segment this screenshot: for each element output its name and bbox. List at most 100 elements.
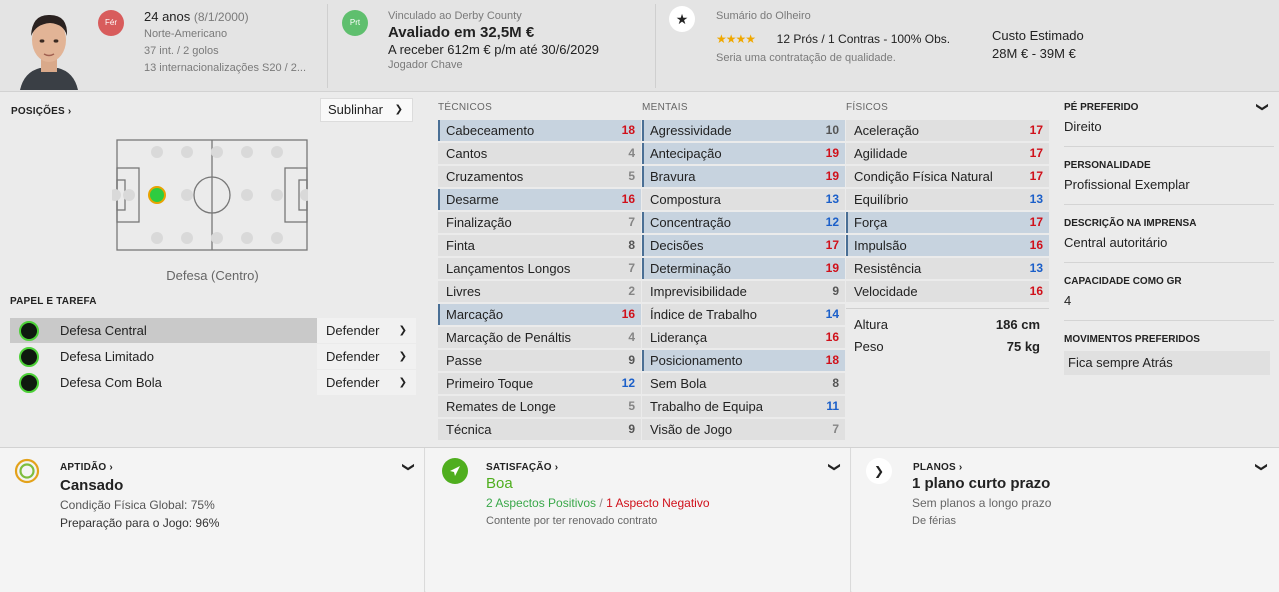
attribute-row[interactable]: Determinação 19: [642, 258, 845, 279]
duty-dropdown[interactable]: Defender ❯: [317, 344, 416, 369]
attribute-name: Resistência: [854, 261, 922, 276]
attribute-name: Trabalho de Equipa: [650, 399, 763, 414]
attribute-row[interactable]: Concentração 12: [642, 212, 845, 233]
attribute-row[interactable]: Resistência 13: [846, 258, 1049, 279]
scout-summary: 12 Prós / 1 Contras - 100% Obs.: [776, 32, 951, 46]
role-row[interactable]: Defesa Central Defender ❯: [10, 318, 416, 343]
plans-status: 1 plano curto prazo: [912, 475, 1051, 492]
club-badge: Prt: [342, 10, 368, 36]
age-text: 24 anos: [144, 9, 191, 24]
mental-title: MENTAIS: [642, 102, 688, 113]
attribute-row[interactable]: Sem Bola 8: [642, 373, 845, 394]
attribute-row[interactable]: Cabeceamento 18: [438, 120, 641, 141]
aspects-separator: /: [599, 496, 603, 510]
attribute-row[interactable]: Aceleração 17: [846, 120, 1049, 141]
chevron-down-icon: ❯: [398, 325, 407, 336]
attribute-row[interactable]: Força 17: [846, 212, 1049, 233]
attribute-row[interactable]: Equilíbrio 13: [846, 189, 1049, 210]
role-icon: [19, 347, 39, 367]
contract-club-text[interactable]: Vinculado ao Derby County: [388, 10, 522, 22]
role-row[interactable]: Defesa Limitado Defender ❯: [10, 344, 416, 369]
duty-label: Defender: [326, 323, 380, 338]
duty-label: Defender: [326, 375, 380, 390]
chevron-down-icon[interactable]: ❯: [828, 462, 842, 472]
attribute-row[interactable]: Técnica 9: [438, 419, 641, 440]
youth-caps-text: 13 internacionalizações S20 / 2...: [144, 62, 307, 74]
attribute-row[interactable]: Marcação de Penáltis 4: [438, 327, 641, 348]
attribute-row[interactable]: Lançamentos Longos 7: [438, 258, 641, 279]
happiness-title[interactable]: SATISFAÇÃO ›: [486, 462, 558, 473]
attribute-row[interactable]: Finta 8: [438, 235, 641, 256]
attribute-name: Decisões: [650, 238, 704, 253]
role-row[interactable]: Defesa Com Bola Defender ❯: [10, 370, 416, 395]
attribute-row[interactable]: Bravura 19: [642, 166, 845, 187]
negative-aspects-link[interactable]: 1 Aspecto Negativo: [606, 496, 709, 510]
positive-aspects-link[interactable]: 2 Aspectos Positivos: [486, 496, 596, 510]
role-icon: [19, 373, 39, 393]
positions-title[interactable]: POSIÇÕES ›: [11, 106, 71, 117]
attribute-value: 9: [628, 353, 635, 367]
attribute-name: Marcação de Penáltis: [446, 330, 572, 345]
divider: [1064, 320, 1274, 321]
technical-attributes: Cabeceamento 18 Cantos 4 Cruzamentos 5 Desarme…: [438, 120, 641, 442]
attribute-row[interactable]: Condição Física Natural 17: [846, 166, 1049, 187]
attribute-row[interactable]: Agilidade 17: [846, 143, 1049, 164]
preferred-foot-value: Direito: [1064, 119, 1102, 134]
chevron-down-icon[interactable]: ❯: [1256, 102, 1270, 112]
attribute-name: Antecipação: [650, 146, 722, 161]
attribute-row[interactable]: Trabalho de Equipa 11: [642, 396, 845, 417]
attribute-value: 16: [621, 192, 635, 206]
attribute-row[interactable]: Imprevisibilidade 9: [642, 281, 845, 302]
attribute-name: Finalização: [446, 215, 512, 230]
attribute-value: 13: [825, 192, 839, 206]
scout-note: Seria uma contratação de qualidade.: [716, 52, 896, 64]
player-header: Fér 24 anos (8/1/2000) Norte-Americano 3…: [0, 0, 1279, 92]
plans-title[interactable]: PLANOS ›: [913, 462, 962, 473]
technical-title: TÉCNICOS: [438, 102, 493, 113]
chevron-down-icon[interactable]: ❯: [1255, 462, 1269, 472]
attribute-name: Agilidade: [854, 146, 908, 161]
attribute-row[interactable]: Visão de Jogo 7: [642, 419, 845, 440]
attribute-row[interactable]: Antecipação 19: [642, 143, 845, 164]
attribute-row[interactable]: Remates de Longe 5: [438, 396, 641, 417]
happiness-icon: [442, 458, 468, 484]
attribute-row[interactable]: Decisões 17: [642, 235, 845, 256]
attribute-row[interactable]: Passe 9: [438, 350, 641, 371]
physical-attributes: Aceleração 17 Agilidade 17 Condição Física N…: [846, 120, 1049, 304]
attribute-row[interactable]: Liderança 16: [642, 327, 845, 348]
duty-label: Defender: [326, 349, 380, 364]
attribute-row[interactable]: Marcação 16: [438, 304, 641, 325]
chevron-right-icon: ›: [958, 462, 963, 473]
gk-title: CAPACIDADE COMO GR: [1064, 276, 1182, 287]
attribute-row[interactable]: Cantos 4: [438, 143, 641, 164]
personality-value: Profissional Exemplar: [1064, 177, 1190, 192]
fitness-status: Cansado: [60, 477, 124, 494]
divider: [1064, 262, 1274, 263]
highlight-dropdown[interactable]: Sublinhar ❯: [320, 98, 413, 122]
attribute-row[interactable]: Desarme 16: [438, 189, 641, 210]
attribute-row[interactable]: Livres 2: [438, 281, 641, 302]
attribute-row[interactable]: Impulsão 16: [846, 235, 1049, 256]
scout-title[interactable]: Sumário do Olheiro: [716, 10, 811, 22]
attribute-row[interactable]: Cruzamentos 5: [438, 166, 641, 187]
duty-dropdown[interactable]: Defender ❯: [317, 318, 416, 343]
roles-title: PAPEL E TAREFA: [10, 296, 97, 307]
happiness-note: Contente por ter renovado contrato: [486, 515, 658, 527]
attribute-row[interactable]: Compostura 13: [642, 189, 845, 210]
attribute-row[interactable]: Agressividade 10: [642, 120, 845, 141]
chevron-down-icon: ❯: [398, 351, 407, 362]
fitness-title[interactable]: APTIDÃO ›: [60, 462, 113, 473]
attribute-value: 9: [628, 422, 635, 436]
attribute-value: 8: [628, 238, 635, 252]
attribute-row[interactable]: Velocidade 16: [846, 281, 1049, 302]
plans-card: ❯ PLANOS › ❯ 1 plano curto prazo Sem pla…: [852, 448, 1279, 592]
attribute-row[interactable]: Posicionamento 18: [642, 350, 845, 371]
attribute-name: Cantos: [446, 146, 488, 161]
attribute-row[interactable]: Índice de Trabalho 14: [642, 304, 845, 325]
duty-dropdown[interactable]: Defender ❯: [317, 370, 416, 395]
chevron-down-icon[interactable]: ❯: [402, 462, 416, 472]
attribute-row[interactable]: Finalização 7: [438, 212, 641, 233]
attribute-row[interactable]: Primeiro Toque 12: [438, 373, 641, 394]
attribute-name: Índice de Trabalho: [650, 307, 757, 322]
chevron-right-icon: ›: [109, 462, 113, 473]
